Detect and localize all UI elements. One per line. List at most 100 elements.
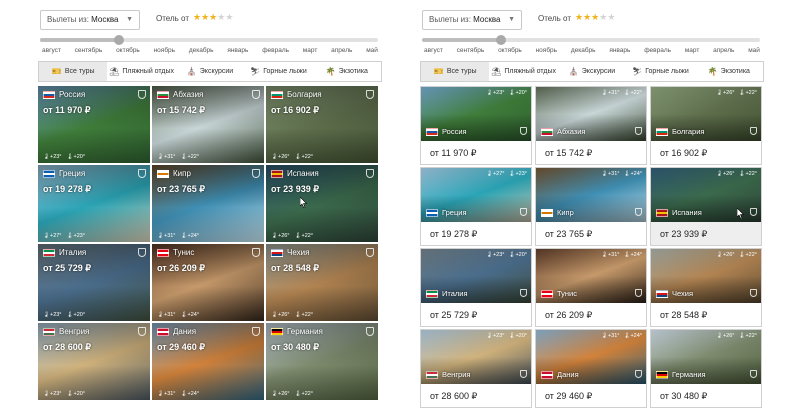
destination-card[interactable]: 🌡+31° 🌡+24° Тунис от 26 209 ₽ [535,248,647,327]
tab-tickets[interactable]: 🎫 Все туры [39,62,108,81]
tab-landmark[interactable]: ⛪ Экскурсии [176,62,244,81]
destination-grid: Россия от 11 970 ₽ 🌡+23° 🌡+20° Абхазия от 15 … [38,86,382,400]
tab-beach[interactable]: ⛱ Пляжный отдых [489,62,557,81]
day-temperature: 🌡+23° [485,90,505,96]
day-temperature: 🌡+31° [157,154,176,160]
month-label: февраль [262,47,290,54]
hotel-stars-filter[interactable]: ★★★★★ [193,12,233,23]
tour-type-tabs: 🎫 Все туры ⛱ Пляжный отдых ⛪ Экскурсии ⛷ Горные… [38,61,382,82]
day-temperature: 🌡+26° [271,391,290,397]
destination-tile[interactable]: Болгария от 16 902 ₽ 🌡+26° 🌡+22° [266,86,378,163]
destination-tile[interactable]: Германия от 30 480 ₽ 🌡+26° 🌡+22° [266,323,378,400]
destination-name: Испания [672,208,702,217]
night-temperature: 🌡+22° [294,154,314,160]
destination-card[interactable]: 🌡+26° 🌡+22° Чехия от 28 548 ₽ [650,248,762,327]
flag-icon [43,248,55,257]
temperature-info: 🌡+31° 🌡+22° [597,90,642,96]
destination-tile[interactable]: Италия от 25 729 ₽ 🌡+23° 🌡+20° [38,244,150,321]
temperature-info: 🌡+27° 🌡+23° [482,171,527,177]
destination-name: Абхазия [557,127,586,136]
month-slider[interactable]: август сентябрь октябрь ноябрь декабрь январь… [38,33,382,54]
tab-beach[interactable]: ⛱ Пляжный отдых [107,62,175,81]
month-slider[interactable]: август сентябрь октябрь ноябрь декабрь январь… [420,33,764,54]
tab-label: Все туры [64,68,95,75]
destination-header: Дания [541,370,579,379]
tab-palm[interactable]: 🌴 Экзотика [695,62,763,81]
month-label: декабрь [570,47,596,54]
destination-name: Чехия [672,289,694,298]
destination-tile[interactable]: Венгрия от 28 600 ₽ 🌡+23° 🌡+20° [38,323,150,400]
destination-card[interactable]: 🌡+23° 🌡+20° Россия от 11 970 ₽ [420,86,532,165]
destination-card[interactable]: 🌡+31° 🌡+22° Абхазия от 15 742 ₽ [535,86,647,165]
star-empty-icon[interactable]: ★ [225,12,233,22]
star-filled-icon[interactable]: ★ [201,12,209,22]
destination-tile[interactable]: Греция от 19 278 ₽ 🌡+27° 🌡+23° [38,165,150,242]
night-temperature: 🌡+22° [738,252,757,258]
tab-palm[interactable]: 🌴 Экзотика [313,62,381,81]
tab-skier[interactable]: ⛷ Горные лыжи [244,62,312,81]
hotel-stars-filter[interactable]: ★★★★★ [575,12,615,23]
day-temperature: 🌡+27° [43,233,62,239]
slider-fill [40,38,119,42]
visa-shield-icon [138,327,146,336]
destination-card[interactable]: 🌡+31° 🌡+24° Кипр от 23 765 ₽ [535,167,647,246]
destination-card[interactable]: 🌡+26° 🌡+22° Испания от 23 939 ₽ [650,167,762,246]
visa-shield-icon [635,127,642,135]
flag-icon [426,370,438,379]
tab-label: Экзотика [720,68,750,75]
tab-label: Пляжный отдых [504,68,557,75]
destination-tile[interactable]: Чехия от 28 548 ₽ 🌡+26° 🌡+22° [266,244,378,321]
star-filled-icon[interactable]: ★ [193,12,201,22]
temperature-info: 🌡+23° 🌡+20° [43,312,90,318]
flag-icon [541,127,553,136]
tours-widget-card-layout: Вылеты из: Москва ▼ Отель от ★★★★★ авгус… [420,0,764,420]
visa-shield-icon [520,208,527,216]
temperature-info: 🌡+31° 🌡+24° [157,312,204,318]
chevron-down-icon: ▼ [508,16,515,23]
destination-price: от 23 939 ₽ [660,229,708,239]
tab-label: Горные лыжи [263,68,307,75]
destination-name: Чехия [287,248,310,257]
destination-card[interactable]: 🌡+31° 🌡+24° Дания от 29 460 ₽ [535,329,647,408]
temperature-info: 🌡+23° 🌡+20° [482,90,527,96]
destination-card[interactable]: 🌡+23° 🌡+20° Венгрия от 28 600 ₽ [420,329,532,408]
destination-header: Болгария [656,127,704,136]
destination-header: Испания [271,169,319,178]
destination-name: Кипр [557,208,574,217]
tab-skier[interactable]: ⛷ Горные лыжи [626,62,694,81]
star-empty-icon[interactable]: ★ [607,12,615,22]
destination-card[interactable]: 🌡+26° 🌡+22° Германия от 30 480 ₽ [650,329,762,408]
temperature-info: 🌡+26° 🌡+22° [712,90,757,96]
star-filled-icon[interactable]: ★ [575,12,583,22]
flag-icon [271,248,283,257]
slider-handle[interactable] [495,35,506,45]
day-temperature: 🌡+26° [271,312,290,318]
destination-card[interactable]: 🌡+26° 🌡+22° Болгария от 16 902 ₽ [650,86,762,165]
tab-label: Пляжный отдых [122,68,175,75]
destination-header: Болгария [271,90,322,99]
destination-header: Россия [43,90,85,99]
night-temperature: 🌡+22° [738,90,757,96]
departure-city-select[interactable]: Вылеты из: Москва ▼ [40,10,140,30]
destination-tile[interactable]: Абхазия от 15 742 ₽ 🌡+31° 🌡+22° [152,86,264,163]
destination-tile[interactable]: Испания от 23 939 ₽ 🌡+26° 🌡+22° [266,165,378,242]
slider-handle[interactable] [113,35,124,45]
night-temperature: 🌡+24° [180,391,200,397]
tab-landmark[interactable]: ⛪ Экскурсии [558,62,626,81]
destination-card[interactable]: 🌡+27° 🌡+23° Греция от 19 278 ₽ [420,167,532,246]
month-labels: август сентябрь октябрь ноябрь декабрь январь… [424,47,760,54]
night-temperature: 🌡+22° [294,391,314,397]
destination-tile[interactable]: Тунис от 26 209 ₽ 🌡+31° 🌡+24° [152,244,264,321]
destination-tile[interactable]: Россия от 11 970 ₽ 🌡+23° 🌡+20° [38,86,150,163]
tab-tickets[interactable]: 🎫 Все туры [421,62,490,81]
destination-tile[interactable]: Дания от 29 460 ₽ 🌡+31° 🌡+24° [152,323,264,400]
destination-name: Дания [557,370,579,379]
destination-name: Россия [442,127,467,136]
slider-fill [422,38,501,42]
destination-name: Италия [59,248,87,257]
destination-card[interactable]: 🌡+23° 🌡+20° Италия от 25 729 ₽ [420,248,532,327]
destination-tile[interactable]: Кипр от 23 765 ₽ 🌡+31° 🌡+24° [152,165,264,242]
star-filled-icon[interactable]: ★ [583,12,591,22]
destination-header: Италия [43,248,86,257]
departure-city-select[interactable]: Вылеты из: Москва ▼ [422,10,522,30]
